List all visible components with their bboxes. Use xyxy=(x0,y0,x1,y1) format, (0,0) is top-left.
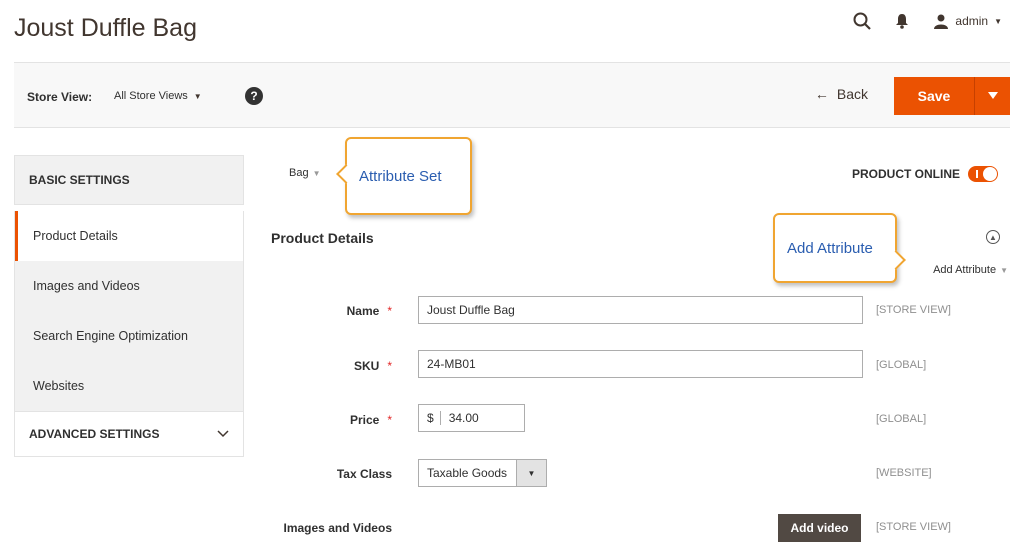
basic-settings-list: Product Details Images and Videos Search… xyxy=(14,211,244,411)
attribute-set-value: Bag xyxy=(289,167,309,179)
images-videos-label: Images and Videos xyxy=(283,521,393,535)
page-title: Joust Duffle Bag xyxy=(14,14,197,42)
price-input[interactable]: $ 34.00 xyxy=(418,404,525,432)
admin-user-menu[interactable]: admin ▼ xyxy=(933,13,1002,29)
tax-class-select[interactable]: Taxable Goods ▼ xyxy=(418,459,547,487)
store-view-bar: Store View: All Store Views ▼ ? ← Back S… xyxy=(14,62,1010,128)
price-label: Price xyxy=(349,413,380,427)
required-mark: * xyxy=(387,304,392,318)
arrow-left-icon: ← xyxy=(814,86,829,102)
tax-class-value: Taxable Goods xyxy=(427,466,508,480)
price-value: 34.00 xyxy=(448,411,479,425)
save-options-toggle[interactable] xyxy=(974,77,1010,115)
product-online-control: PRODUCT ONLINE xyxy=(852,166,998,182)
add-attribute-button[interactable]: Add Attribute ▼ xyxy=(933,264,1008,276)
attribute-set-selector[interactable]: Bag ▼ xyxy=(289,167,321,179)
admin-username: admin xyxy=(955,14,989,28)
caret-down-icon: ▼ xyxy=(994,16,1002,26)
product-online-label: PRODUCT ONLINE xyxy=(852,167,960,181)
callout-attribute-set-text: Attribute Set xyxy=(359,167,442,185)
sku-input[interactable]: 24-MB01 xyxy=(418,350,863,378)
callout-add-attribute-text: Add Attribute xyxy=(787,239,873,257)
collapse-section-icon[interactable]: ▲ xyxy=(986,230,1000,244)
sidebar: BASIC SETTINGS Product Details Images an… xyxy=(14,155,244,457)
price-field-label: Price * xyxy=(252,413,392,427)
header-actions: admin ▼ xyxy=(853,8,1002,34)
add-attribute-label: Add Attribute xyxy=(933,264,997,276)
store-view-label: Store View: xyxy=(27,90,93,104)
callout-tail xyxy=(886,250,906,270)
store-view-switcher[interactable]: All Store Views ▼ xyxy=(114,90,202,102)
store-view-value: All Store Views xyxy=(114,90,188,102)
user-icon xyxy=(934,14,949,29)
price-scope: [GLOBAL] xyxy=(876,413,927,425)
help-icon[interactable]: ? xyxy=(245,87,263,105)
basic-settings-heading: BASIC SETTINGS xyxy=(14,155,244,205)
caret-down-icon: ▼ xyxy=(1000,265,1008,275)
tax-class-field-label: Tax Class xyxy=(252,467,392,481)
advanced-settings-toggle[interactable]: ADVANCED SETTINGS xyxy=(14,411,244,457)
add-video-button[interactable]: Add video xyxy=(778,514,861,542)
product-online-toggle[interactable] xyxy=(968,166,998,182)
name-label: Name xyxy=(346,304,380,318)
sku-label: SKU xyxy=(353,359,380,373)
section-title-product-details: Product Details xyxy=(271,230,374,246)
notifications-bell-icon[interactable] xyxy=(895,13,909,29)
sku-scope: [GLOBAL] xyxy=(876,359,927,371)
toggle-on-mark xyxy=(976,170,978,178)
images-videos-field-label: Images and Videos xyxy=(252,521,393,535)
required-mark: * xyxy=(387,413,392,427)
toggle-knob xyxy=(983,167,997,181)
callout-add-attribute: Add Attribute xyxy=(773,213,906,283)
required-mark: * xyxy=(387,359,392,373)
save-button[interactable]: Save xyxy=(894,77,974,115)
search-icon[interactable] xyxy=(853,12,872,30)
images-videos-scope: [STORE VIEW] xyxy=(876,521,951,533)
caret-down-icon: ▼ xyxy=(193,91,202,101)
callout-tail xyxy=(336,164,356,184)
chevron-down-icon xyxy=(217,430,229,438)
caret-down-icon xyxy=(987,92,998,99)
advanced-settings-heading: ADVANCED SETTINGS xyxy=(29,427,160,441)
tax-class-scope: [WEBSITE] xyxy=(876,467,932,479)
sidebar-item-websites[interactable]: Websites xyxy=(15,361,243,411)
back-button[interactable]: ← Back xyxy=(815,86,868,102)
sku-field-label: SKU * xyxy=(252,359,392,373)
caret-down-icon: ▼ xyxy=(312,168,321,178)
sidebar-item-images-and-videos[interactable]: Images and Videos xyxy=(15,261,243,311)
back-label: Back xyxy=(836,86,868,102)
caret-down-icon: ▼ xyxy=(516,460,546,486)
sidebar-item-seo[interactable]: Search Engine Optimization xyxy=(15,311,243,361)
callout-attribute-set: Attribute Set xyxy=(336,137,472,215)
name-scope: [STORE VIEW] xyxy=(876,304,951,316)
name-input[interactable]: Joust Duffle Bag xyxy=(418,296,863,324)
name-field-label: Name * xyxy=(252,304,392,318)
save-split-button: Save xyxy=(894,77,1010,115)
sidebar-item-product-details[interactable]: Product Details xyxy=(15,211,243,261)
tax-class-label: Tax Class xyxy=(336,467,392,481)
currency-symbol: $ xyxy=(427,411,441,425)
